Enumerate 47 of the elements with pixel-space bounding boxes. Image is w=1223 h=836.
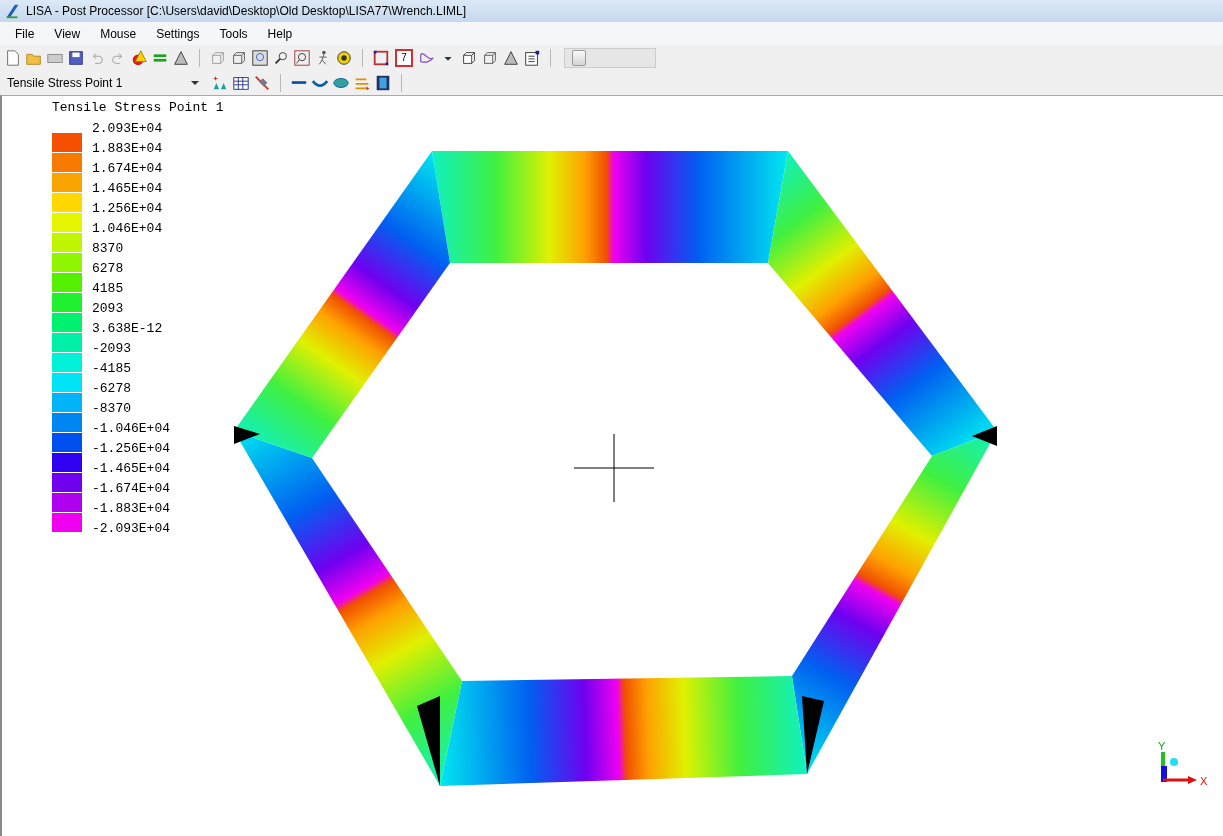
slider-thumb[interactable] (572, 49, 587, 66)
frame-slider[interactable] (564, 47, 656, 68)
legend-value: 1.883E+04 (92, 140, 164, 158)
legend-value: 1.674E+04 (92, 160, 164, 178)
crosshair-icon (573, 433, 655, 503)
menu-item[interactable]: Tools (210, 24, 257, 43)
triangle-icon[interactable] (502, 48, 520, 67)
menu-item[interactable]: File (6, 24, 44, 43)
x-axis-label: X (1200, 775, 1208, 787)
legend-value: 2.093E+04 (92, 120, 164, 138)
legend-value: 8370 (92, 240, 125, 258)
legend-value: -2.093E+04 (92, 520, 170, 538)
legend-value: -1.256E+04 (92, 440, 170, 458)
film-icon[interactable] (374, 73, 392, 92)
save-icon[interactable] (67, 48, 85, 67)
legend-value: -1.883E+04 (92, 500, 170, 518)
legend-value: 1.256E+04 (92, 200, 164, 218)
legend-value: 1.465E+04 (92, 180, 164, 198)
new-file-icon[interactable] (4, 48, 22, 67)
legend-title: Tensile Stress Point 1 (52, 100, 224, 115)
legend-value: -1.674E+04 (92, 480, 170, 498)
menu-item[interactable]: View (45, 24, 90, 43)
frame-icon[interactable] (372, 48, 390, 67)
clipboard-icon[interactable] (523, 48, 541, 67)
legend-value: -1.046E+04 (92, 420, 170, 438)
y-axis-label: Y (1158, 740, 1166, 752)
legend-value: -1.465E+04 (92, 460, 170, 478)
page-number-tool[interactable]: 7 (395, 48, 413, 67)
menu-item[interactable]: Help (258, 24, 302, 43)
window-title: LISA - Post Processor [C:\Users\david\Desktop\Old Desktop\LISA77\Wrench.LIML] (26, 4, 466, 18)
legend-value: -6278 (92, 380, 132, 398)
legend-value: -8370 (92, 400, 132, 418)
menu-item[interactable]: Mouse (91, 24, 146, 43)
legend-value: 2093 (92, 300, 125, 318)
legend-value: -2093 (92, 340, 132, 358)
caret-icon (191, 79, 199, 86)
legend-value: 3.638E-12 (92, 320, 164, 338)
axis-triad-icon (1161, 752, 1197, 784)
legend-value: 6278 (92, 260, 125, 278)
zoom-fit-icon[interactable] (251, 48, 269, 67)
menu-item[interactable]: Settings (147, 24, 209, 43)
triangle-icon[interactable] (172, 48, 190, 67)
zoom-window-icon[interactable] (293, 48, 311, 67)
legend-value: -4185 (92, 360, 132, 378)
warning-icon[interactable] (130, 48, 148, 67)
legend-value: 4185 (92, 280, 125, 298)
legend-value: 1.046E+04 (92, 220, 164, 238)
